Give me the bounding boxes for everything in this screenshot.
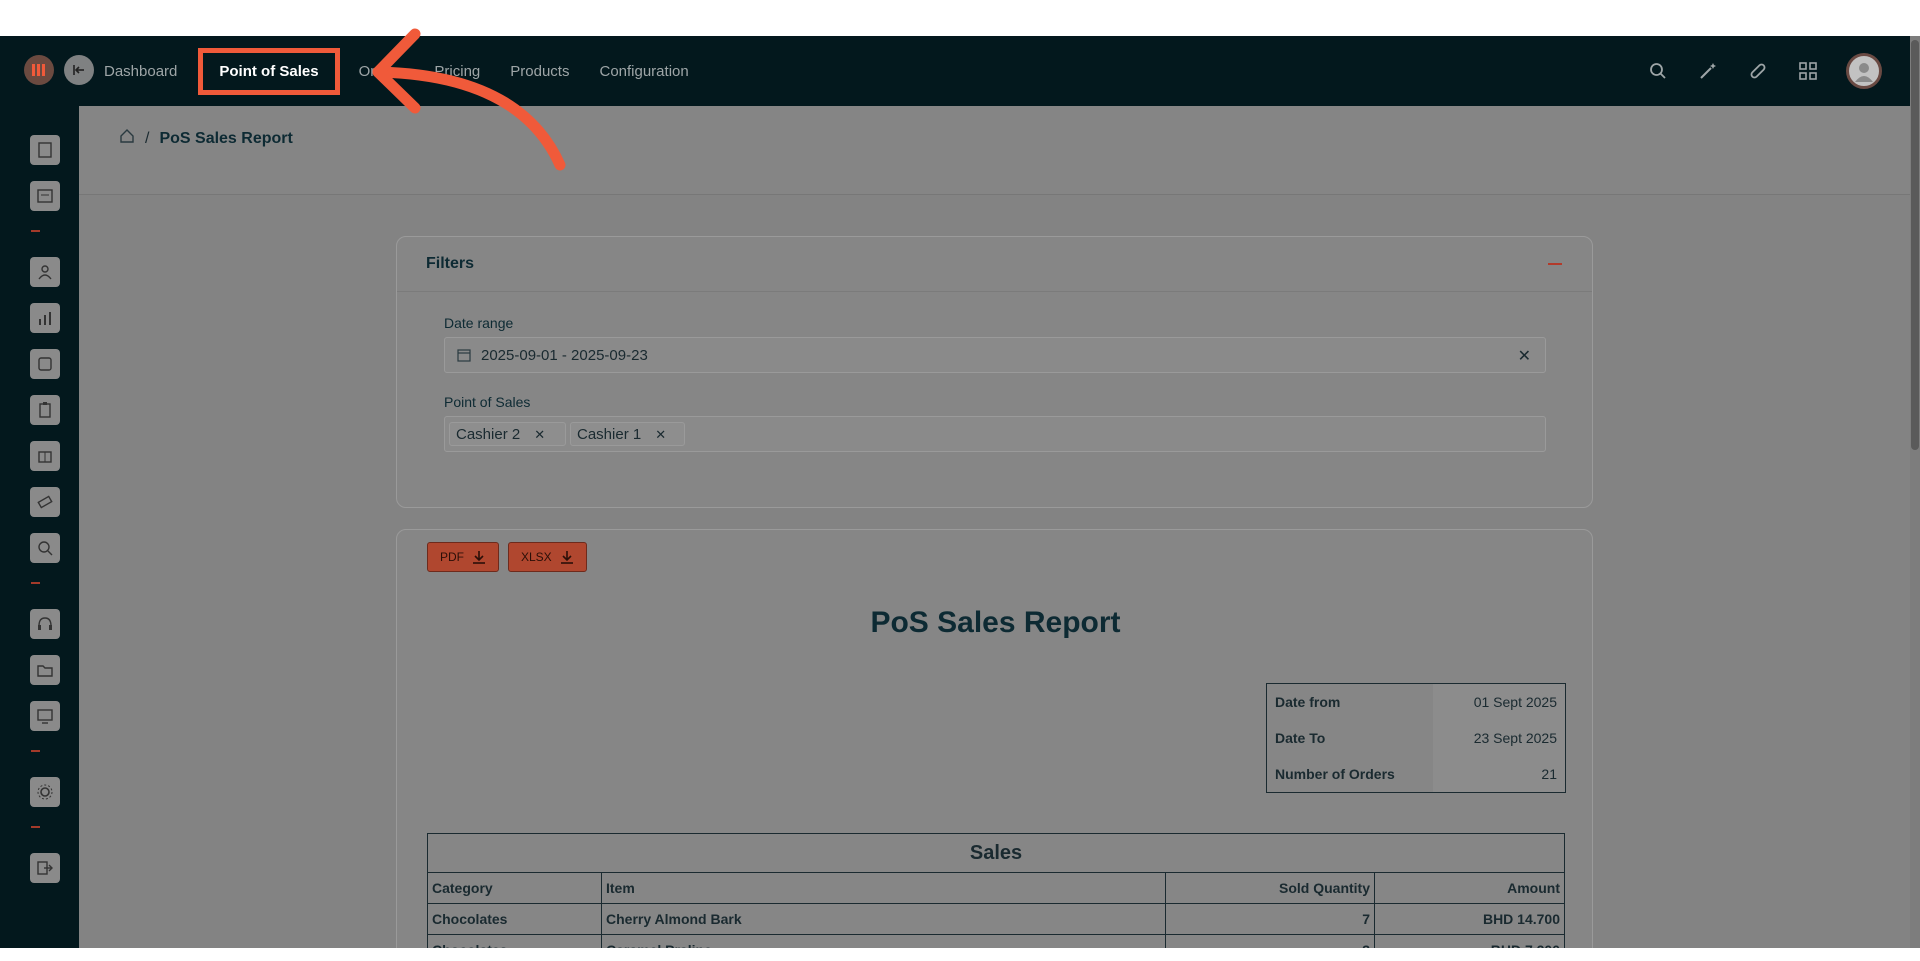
download-icon — [560, 551, 573, 564]
calendar-icon — [457, 348, 471, 367]
cell-amount: BHD 7.200 — [1374, 934, 1565, 948]
pos-tag-cashier-1: Cashier 1 ✕ — [570, 422, 685, 446]
page-header: / PoS Sales Report — [79, 106, 1910, 195]
left-sidebar — [0, 106, 79, 948]
download-icon — [473, 551, 485, 564]
tag-label: Cashier 1 — [577, 426, 642, 443]
bottom-white-band — [0, 948, 1920, 961]
pos-label: Point of Sales — [444, 394, 531, 410]
sales-header-row: Category Item Sold Quantity Amount — [427, 872, 1565, 904]
remove-tag-icon[interactable]: ✕ — [534, 427, 545, 442]
sidebar-folder-icon[interactable] — [30, 655, 60, 685]
sidebar-settings-icon[interactable] — [30, 777, 60, 807]
date-range-input[interactable]: 2025-09-01 - 2025-09-23 ✕ — [444, 337, 1546, 373]
page-title: PoS Sales Report — [159, 129, 293, 147]
date-range-label: Date range — [444, 315, 514, 331]
sidebar-analytics-icon[interactable] — [30, 303, 60, 333]
sidebar-tag-icon[interactable] — [30, 487, 60, 517]
summary-row: Date from 01 Sept 2025 — [1267, 683, 1566, 720]
cell-item: Cherry Almond Bark — [601, 903, 1166, 935]
cell-amount: BHD 14.700 — [1374, 903, 1565, 935]
cell-category: Chocolates — [427, 903, 602, 935]
nav-configuration[interactable]: Configuration — [599, 63, 704, 80]
user-icon — [1855, 63, 1873, 82]
home-icon[interactable] — [119, 128, 135, 149]
top-actions — [1646, 36, 1882, 106]
sidebar-divider — [31, 826, 40, 828]
remove-tag-icon[interactable]: ✕ — [655, 427, 666, 442]
cell-quantity: 3 — [1165, 934, 1375, 948]
report-card: PDF XLSX PoS Sales Report Date from 01 S… — [396, 529, 1593, 948]
clear-date-icon[interactable]: ✕ — [1518, 346, 1531, 366]
tag-label: Cashier 2 — [456, 426, 521, 443]
summary-value: 01 Sept 2025 — [1433, 683, 1566, 720]
scrollbar-thumb[interactable] — [1911, 40, 1919, 450]
pos-tag-cashier-2: Cashier 2 ✕ — [449, 422, 566, 446]
top-navbar: Dashboard Point of Sales Orders Pricing … — [0, 36, 1910, 106]
pos-multiselect[interactable]: Cashier 2 ✕ Cashier 1 ✕ — [444, 416, 1546, 452]
collapse-minus-icon[interactable] — [1548, 263, 1562, 265]
bandage-icon[interactable] — [1746, 59, 1770, 83]
sidebar-support-icon[interactable] — [30, 609, 60, 639]
nav-point-of-sales[interactable]: Point of Sales — [198, 47, 340, 95]
sidebar-divider — [31, 750, 40, 752]
breadcrumb-separator: / — [145, 129, 150, 147]
main-content: / PoS Sales Report Filters Date range 20… — [79, 106, 1910, 948]
sidebar-orders-icon[interactable] — [30, 349, 60, 379]
col-item: Item — [601, 872, 1166, 904]
sidebar-report-icon[interactable] — [30, 181, 60, 211]
sales-caption: Sales — [427, 833, 1565, 873]
breadcrumb: / PoS Sales Report — [119, 128, 293, 149]
cell-item: Caramel Praline — [601, 934, 1166, 948]
summary-value: 23 Sept 2025 — [1433, 720, 1566, 756]
sidebar-customer-icon[interactable] — [30, 257, 60, 287]
nav-pricing[interactable]: Pricing — [434, 63, 496, 80]
magic-wand-icon[interactable] — [1696, 59, 1720, 83]
sidebar-logout-icon[interactable] — [30, 853, 60, 883]
export-xlsx-button[interactable]: XLSX — [508, 542, 587, 572]
summary-label: Date To — [1275, 730, 1326, 746]
table-row: Chocolates Caramel Praline 3 BHD 7.200 — [427, 934, 1565, 948]
filters-card: Filters Date range 2025-09-01 - 2025-09-… — [396, 236, 1593, 508]
filters-title: Filters — [426, 255, 475, 272]
cell-category: Chocolates — [427, 934, 602, 948]
xlsx-label: XLSX — [521, 550, 552, 564]
sales-table: Sales Category Item Sold Quantity Amount… — [427, 833, 1565, 948]
main-nav: Dashboard Point of Sales Orders Pricing … — [104, 36, 719, 106]
cell-quantity: 7 — [1165, 903, 1375, 935]
nav-orders[interactable]: Orders — [359, 63, 421, 80]
col-amount: Amount — [1374, 872, 1565, 904]
summary-value: 21 — [1433, 756, 1566, 793]
filters-header[interactable]: Filters — [397, 237, 1592, 292]
sidebar-divider — [31, 230, 40, 232]
sidebar-clipboard-icon[interactable] — [30, 395, 60, 425]
app-logo[interactable] — [24, 55, 54, 85]
summary-label: Date from — [1275, 694, 1341, 710]
summary-row: Date To 23 Sept 2025 — [1267, 720, 1566, 756]
export-buttons: PDF XLSX — [427, 542, 587, 572]
sidebar-collapse-button[interactable] — [64, 55, 94, 85]
user-avatar[interactable] — [1846, 53, 1882, 89]
sidebar-monitor-icon[interactable] — [30, 701, 60, 731]
report-title: PoS Sales Report — [870, 606, 1121, 639]
date-range-value: 2025-09-01 - 2025-09-23 — [481, 347, 648, 364]
summary-label: Number of Orders — [1275, 766, 1395, 782]
table-row: Chocolates Cherry Almond Bark 7 BHD 14.7… — [427, 903, 1565, 935]
nav-products[interactable]: Products — [510, 63, 585, 80]
col-sold-quantity: Sold Quantity — [1165, 872, 1375, 904]
sidebar-pos-icon[interactable] — [30, 135, 60, 165]
nav-dashboard[interactable]: Dashboard — [104, 63, 193, 80]
apps-grid-icon[interactable] — [1796, 59, 1820, 83]
sidebar-box-icon[interactable] — [30, 441, 60, 471]
summary-row: Number of Orders 21 — [1267, 756, 1566, 793]
search-icon[interactable] — [1646, 59, 1670, 83]
export-pdf-button[interactable]: PDF — [427, 542, 499, 572]
pdf-label: PDF — [440, 550, 464, 564]
report-summary-table: Date from 01 Sept 2025 Date To 23 Sept 2… — [1266, 683, 1566, 793]
sidebar-search-user-icon[interactable] — [30, 533, 60, 563]
collapse-left-icon — [73, 65, 84, 75]
col-category: Category — [427, 872, 602, 904]
sidebar-divider — [31, 582, 40, 584]
top-white-band — [0, 0, 1920, 36]
